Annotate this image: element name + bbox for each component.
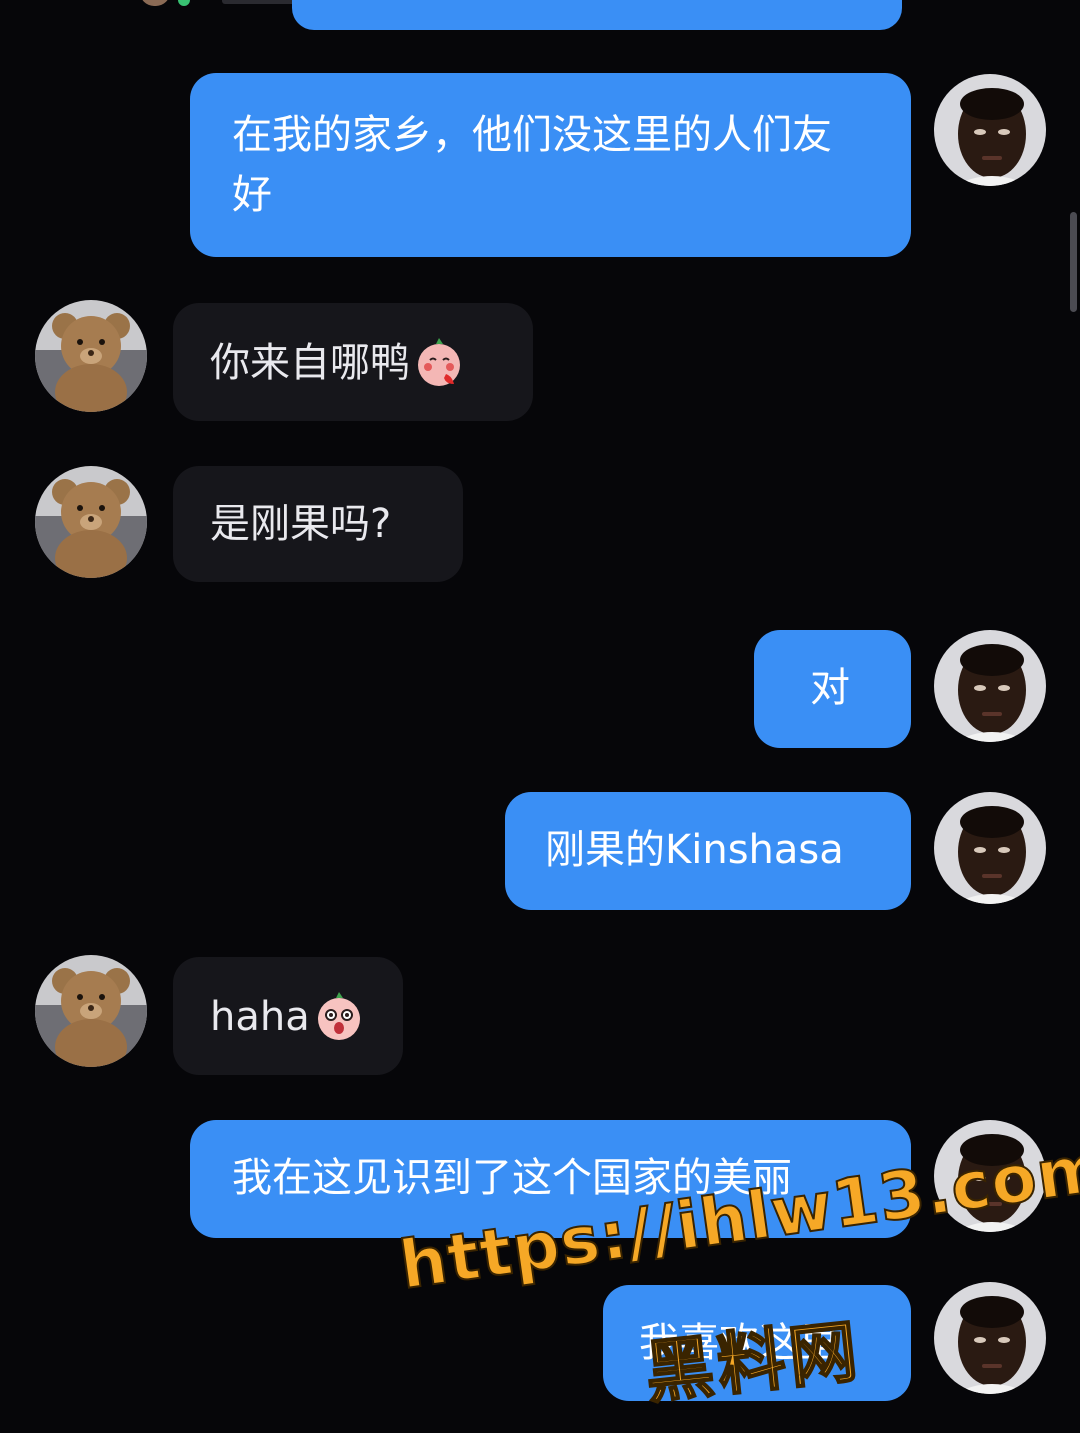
message-bubble-outgoing[interactable]: 刚果的Kinshasa [505, 792, 911, 910]
online-status-dot [178, 0, 190, 6]
message-bubble-incoming[interactable]: 你来自哪鸭 [173, 303, 533, 421]
teddy-bear-avatar-icon[interactable] [35, 300, 147, 412]
message-bubble-outgoing[interactable]: 在我的家乡，他们没这里的人们友好 [190, 73, 911, 257]
partial-message-bubble[interactable] [292, 0, 902, 30]
message-text: 你来自哪鸭 [210, 340, 410, 386]
message-text: haha [210, 994, 310, 1040]
message-text: 是刚果吗? [210, 501, 392, 547]
message-bubble-incoming[interactable]: 是刚果吗? [173, 466, 463, 582]
message-bubble-incoming[interactable]: haha [173, 957, 403, 1075]
partial-avatar [140, 0, 170, 6]
message-bubble-outgoing[interactable]: 对 [754, 630, 911, 748]
teddy-bear-avatar-icon[interactable] [35, 466, 147, 578]
blush-peach-emoji-icon [412, 334, 466, 388]
chat-thread: 在我的家乡，他们没这里的人们友好 你来自哪鸭 是刚果吗? 对 刚果的Kinsha… [0, 0, 1080, 1433]
scrollbar-thumb[interactable] [1070, 212, 1077, 312]
person-avatar-icon[interactable] [934, 74, 1046, 186]
message-text: 在我的家乡，他们没这里的人们友好 [232, 112, 832, 218]
person-avatar-icon[interactable] [934, 792, 1046, 904]
person-avatar-icon[interactable] [934, 630, 1046, 742]
person-avatar-icon[interactable] [934, 1282, 1046, 1394]
message-text: 对 [810, 665, 850, 711]
teddy-bear-avatar-icon[interactable] [35, 955, 147, 1067]
surprised-peach-emoji-icon [312, 988, 366, 1042]
message-text: 刚果的Kinshasa [545, 827, 844, 873]
